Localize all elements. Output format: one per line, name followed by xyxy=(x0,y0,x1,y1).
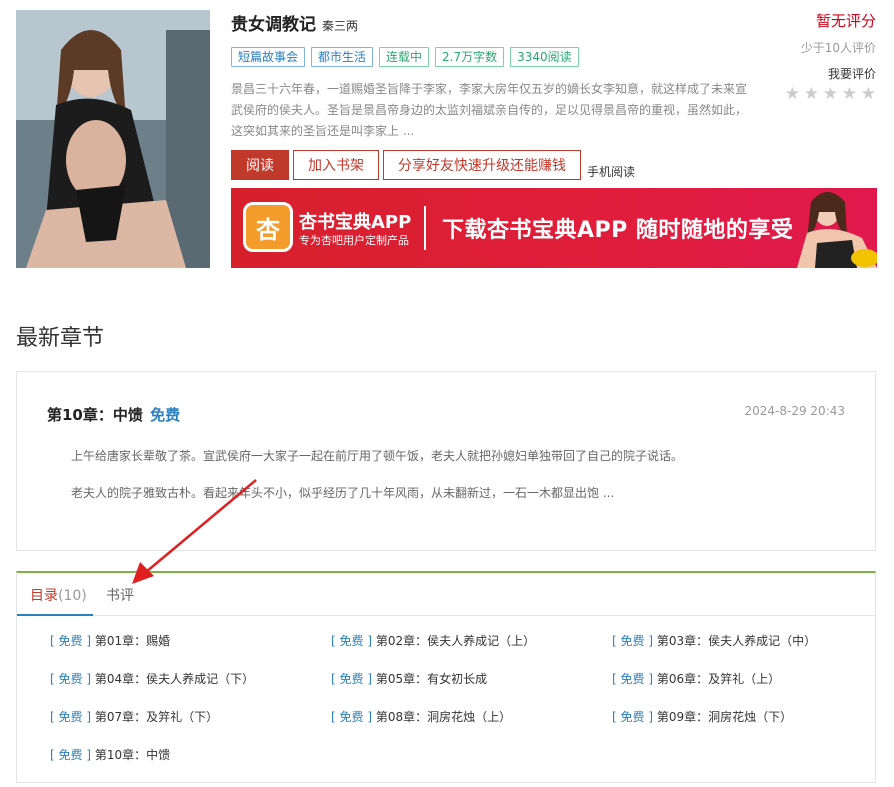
free-label: 免费 xyxy=(58,748,83,762)
free-label: 免费 xyxy=(620,710,645,724)
free-label: 免费 xyxy=(620,672,645,686)
chapter-title: 第08章：洞房花烛（上） xyxy=(375,710,512,724)
banner-divider xyxy=(424,206,426,250)
chapter-item[interactable]: [ 免费 ] 第04章：侯夫人养成记（下） xyxy=(50,670,254,687)
star-icon[interactable]: ★ xyxy=(783,86,800,103)
chapter-item[interactable]: [ 免费 ] 第07章：及笄礼（下） xyxy=(50,708,218,725)
chapter-title: 第03章：侯夫人养成记（中） xyxy=(656,634,817,648)
star-icon[interactable]: ★ xyxy=(821,86,838,103)
directory-panel: 目录(10) 书评 [ 免费 ] 第01章：赐婚 [ 免费 ] 第02章：侯夫人… xyxy=(16,571,876,783)
chapter-title: 第09章：洞房花烛（下） xyxy=(656,710,793,724)
tag-word-count: 2.7万字数 xyxy=(435,47,505,67)
latest-chapter-card: 第10章：中馈 免费 2024-8-29 20:43 上午给唐家长辈敬了茶。宣武… xyxy=(16,371,876,551)
free-label: 免费 xyxy=(58,672,83,686)
tag-read-count: 3340阅读 xyxy=(510,47,579,67)
tab-directory-count: (10) xyxy=(58,588,87,604)
chapter-title: 第10章：中馈 xyxy=(94,748,171,762)
app-logo-icon: 杏 xyxy=(243,202,293,252)
chapter-title: 第06章：及笄礼（上） xyxy=(656,672,781,686)
chapter-title: 第01章：赐婚 xyxy=(94,634,171,648)
star-icon[interactable]: ★ xyxy=(859,86,876,103)
banner-model-image xyxy=(797,192,877,268)
star-icon[interactable]: ★ xyxy=(840,86,857,103)
chapter-item[interactable]: [ 免费 ] 第08章：洞房花烛（上） xyxy=(331,708,511,725)
free-label: 免费 xyxy=(620,634,645,648)
latest-free-badge: 免费 xyxy=(150,406,181,424)
share-button[interactable]: 分享好友快速升级还能赚钱 xyxy=(383,150,581,180)
rating-stars: ★ ★ ★ ★ ★ xyxy=(756,86,876,103)
chapter-title: 第04章：侯夫人养成记（下） xyxy=(94,672,255,686)
banner-app-name: 杏书宝典APP xyxy=(299,212,412,233)
free-label: 免费 xyxy=(339,710,364,724)
tab-bar: 目录(10) 书评 xyxy=(17,573,875,616)
free-label: 免费 xyxy=(339,634,364,648)
chapter-item[interactable]: [ 免费 ] 第10章：中馈 xyxy=(50,746,170,763)
rating-value: 暂无评分 xyxy=(815,12,876,30)
tag-list: 短篇故事会 都市生活 连载中 2.7万字数 3340阅读 xyxy=(231,47,751,67)
book-description: 景昌三十六年春，一道赐婚圣旨降于李家，李家大房年仅五岁的嫡长女李知意，就这样成了… xyxy=(231,82,748,138)
tab-reviews[interactable]: 书评 xyxy=(106,585,134,616)
mobile-read-link[interactable]: 手机阅读 xyxy=(587,163,635,180)
tag-genre[interactable]: 都市生活 xyxy=(311,47,374,67)
chapter-item[interactable]: [ 免费 ] 第05章：有女初长成 xyxy=(331,670,487,687)
book-title[interactable]: 贵女调教记 xyxy=(231,10,316,35)
chapter-title: 第07章：及笄礼（下） xyxy=(94,710,219,724)
chapter-item[interactable]: [ 免费 ] 第02章：侯夫人养成记（上） xyxy=(331,632,535,649)
banner-subtitle: 专为杏吧用户定制产品 xyxy=(299,234,409,247)
read-button[interactable]: 阅读 xyxy=(231,150,289,180)
app-download-banner[interactable]: 杏 杏书宝典APP 专为杏吧用户定制产品 下载杏书宝典APP 随时随地的享受 xyxy=(231,188,877,268)
tab-directory-label: 目录 xyxy=(30,588,58,604)
action-bar: 阅读 加入书架 分享好友快速升级还能赚钱 手机阅读 xyxy=(231,150,751,180)
tag-status: 连载中 xyxy=(379,47,430,67)
banner-slogan: 下载杏书宝典APP 随时随地的享受 xyxy=(442,218,794,243)
chapter-item[interactable]: [ 免费 ] 第06章：及笄礼（上） xyxy=(612,670,780,687)
latest-chapter-heading: 最新章节 xyxy=(16,326,105,351)
latest-excerpt-2: 老夫人的院子雅致古朴。看起来年头不小，似乎经历了几十年风雨，从未翻新过，一石一木… xyxy=(71,486,615,500)
book-info: 贵女调教记 秦三两 短篇故事会 都市生活 连载中 2.7万字数 3340阅读 景… xyxy=(231,10,751,180)
chapter-title: 第02章：侯夫人养成记（上） xyxy=(375,634,536,648)
rating-panel: 暂无评分 少于10人评价 我要评价 ★ ★ ★ ★ ★ xyxy=(756,10,876,103)
latest-chapter-title[interactable]: 第10章：中馈 免费 xyxy=(47,404,180,425)
chapter-item[interactable]: [ 免费 ] 第01章：赐婚 xyxy=(50,632,170,649)
add-to-shelf-button[interactable]: 加入书架 xyxy=(293,150,379,180)
book-cover-image[interactable] xyxy=(16,10,210,268)
tab-directory[interactable]: 目录(10) xyxy=(17,585,93,616)
chapter-title: 第05章：有女初长成 xyxy=(375,672,488,686)
free-label: 免费 xyxy=(339,672,364,686)
chapter-item[interactable]: [ 免费 ] 第09章：洞房花烛（下） xyxy=(612,708,792,725)
latest-chapter-name[interactable]: 第10章：中馈 xyxy=(47,406,143,424)
book-author[interactable]: 秦三两 xyxy=(322,17,358,34)
latest-chapter-time: 2024-8-29 20:43 xyxy=(744,404,846,418)
rating-count: 少于10人评价 xyxy=(800,41,876,55)
star-icon[interactable]: ★ xyxy=(802,86,819,103)
free-label: 免费 xyxy=(58,634,83,648)
chapter-item[interactable]: [ 免费 ] 第03章：侯夫人养成记（中） xyxy=(612,632,816,649)
latest-excerpt-1: 上午给唐家长辈敬了茶。宣武侯府一大家子一起在前厅用了顿午饭，老夫人就把孙媳妇单独… xyxy=(71,449,684,463)
free-label: 免费 xyxy=(58,710,83,724)
rate-label: 我要评价 xyxy=(827,67,876,81)
tag-category[interactable]: 短篇故事会 xyxy=(231,47,306,67)
